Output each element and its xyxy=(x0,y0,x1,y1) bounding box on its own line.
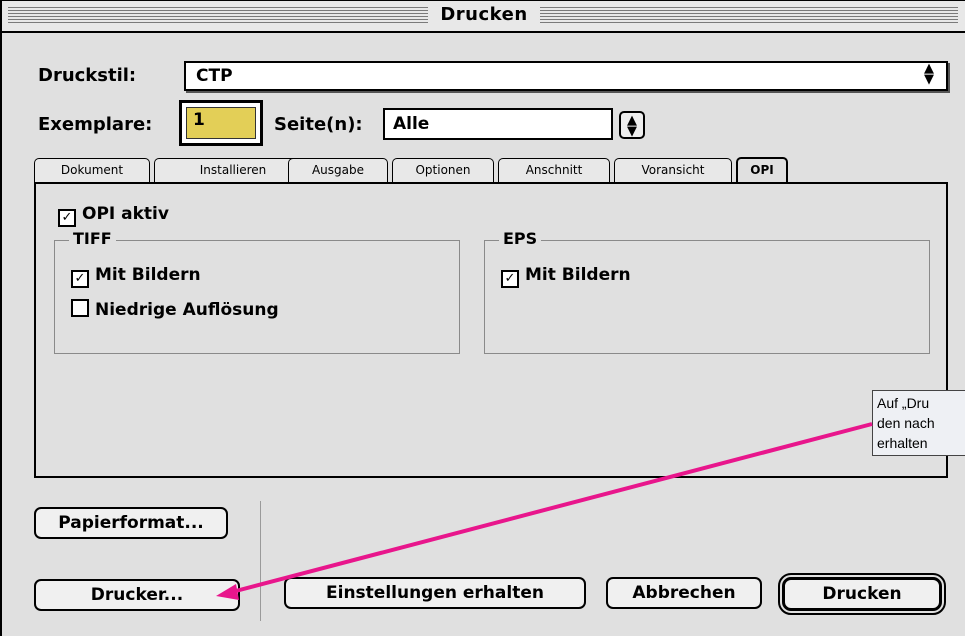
callout-line-1: Auf „Dru xyxy=(877,395,930,411)
button-divider xyxy=(260,501,261,621)
callout-line-3: erhalten xyxy=(877,435,928,451)
druckstil-label: Druckstil: xyxy=(38,65,137,86)
checkbox-checked-icon: ✓ xyxy=(58,209,76,227)
einstellungen-erhalten-button[interactable]: Einstellungen erhalten xyxy=(284,577,586,609)
tiff-mit-bildern-label: Mit Bildern xyxy=(95,265,201,285)
exemplare-field-frame[interactable]: 1 xyxy=(179,100,263,146)
druckstil-value: CTP xyxy=(196,66,233,86)
tiff-niedrige-aufloesung-checkbox[interactable]: Niedrige Auflösung xyxy=(71,299,279,320)
opi-aktiv-checkbox[interactable]: ✓ OPI aktiv xyxy=(58,204,169,227)
window-title: Drucken xyxy=(432,4,536,25)
seiten-stepper[interactable]: ▲ ▼ xyxy=(619,111,645,139)
tab-anschnitt[interactable]: Anschnitt xyxy=(498,158,610,182)
exemplare-value: 1 xyxy=(193,110,205,130)
exemplare-input[interactable]: 1 xyxy=(186,107,256,139)
exemplare-label: Exemplare: xyxy=(38,114,153,135)
annotation-callout: Auf „Dru den nach erhalten xyxy=(872,390,965,456)
checkbox-unchecked-icon xyxy=(71,299,89,317)
tab-dokument[interactable]: Dokument xyxy=(34,158,150,182)
opi-panel: ✓ OPI aktiv TIFF ✓ Mit Bildern Niedrige Au… xyxy=(34,182,948,478)
tab-optionen[interactable]: Optionen xyxy=(392,158,494,182)
tab-ausgabe[interactable]: Ausgabe xyxy=(288,158,388,182)
callout-line-2: den nach xyxy=(877,415,935,431)
abbrechen-button[interactable]: Abbrechen xyxy=(606,577,762,609)
druckstil-select[interactable]: CTP ▲ ▼ xyxy=(184,61,948,91)
papierformat-button[interactable]: Papierformat... xyxy=(34,507,228,539)
eps-group: EPS ✓ Mit Bildern xyxy=(484,229,930,354)
checkbox-checked-icon: ✓ xyxy=(501,270,519,288)
tab-opi[interactable]: OPI xyxy=(736,157,788,183)
eps-title: EPS xyxy=(499,229,542,248)
print-dialog: Drucken Druckstil: CTP ▲ ▼ Exemplare: 1 S… xyxy=(0,0,965,636)
updown-arrows-icon: ▲ ▼ xyxy=(924,61,934,87)
checkbox-checked-icon: ✓ xyxy=(71,270,89,288)
eps-mit-bildern-label: Mit Bildern xyxy=(525,265,631,285)
eps-mit-bildern-checkbox[interactable]: ✓ Mit Bildern xyxy=(501,265,631,288)
tiff-mit-bildern-checkbox[interactable]: ✓ Mit Bildern xyxy=(71,265,201,288)
drucken-button[interactable]: Drucken xyxy=(778,573,946,615)
seiten-field[interactable]: Alle xyxy=(383,108,613,140)
title-bar[interactable]: Drucken xyxy=(2,1,965,33)
opi-aktiv-label: OPI aktiv xyxy=(82,204,169,224)
tiff-niedrige-label: Niedrige Auflösung xyxy=(95,300,279,320)
drucker-button[interactable]: Drucker... xyxy=(34,579,240,611)
tab-voransicht[interactable]: Voransicht xyxy=(614,158,732,182)
seiten-value: Alle xyxy=(393,114,430,134)
title-stripes-left xyxy=(8,7,428,25)
tiff-title: TIFF xyxy=(69,229,116,248)
tiff-group: TIFF ✓ Mit Bildern Niedrige Auflösung xyxy=(54,229,460,354)
seiten-label: Seite(n): xyxy=(274,114,363,135)
title-stripes-right xyxy=(540,7,958,25)
